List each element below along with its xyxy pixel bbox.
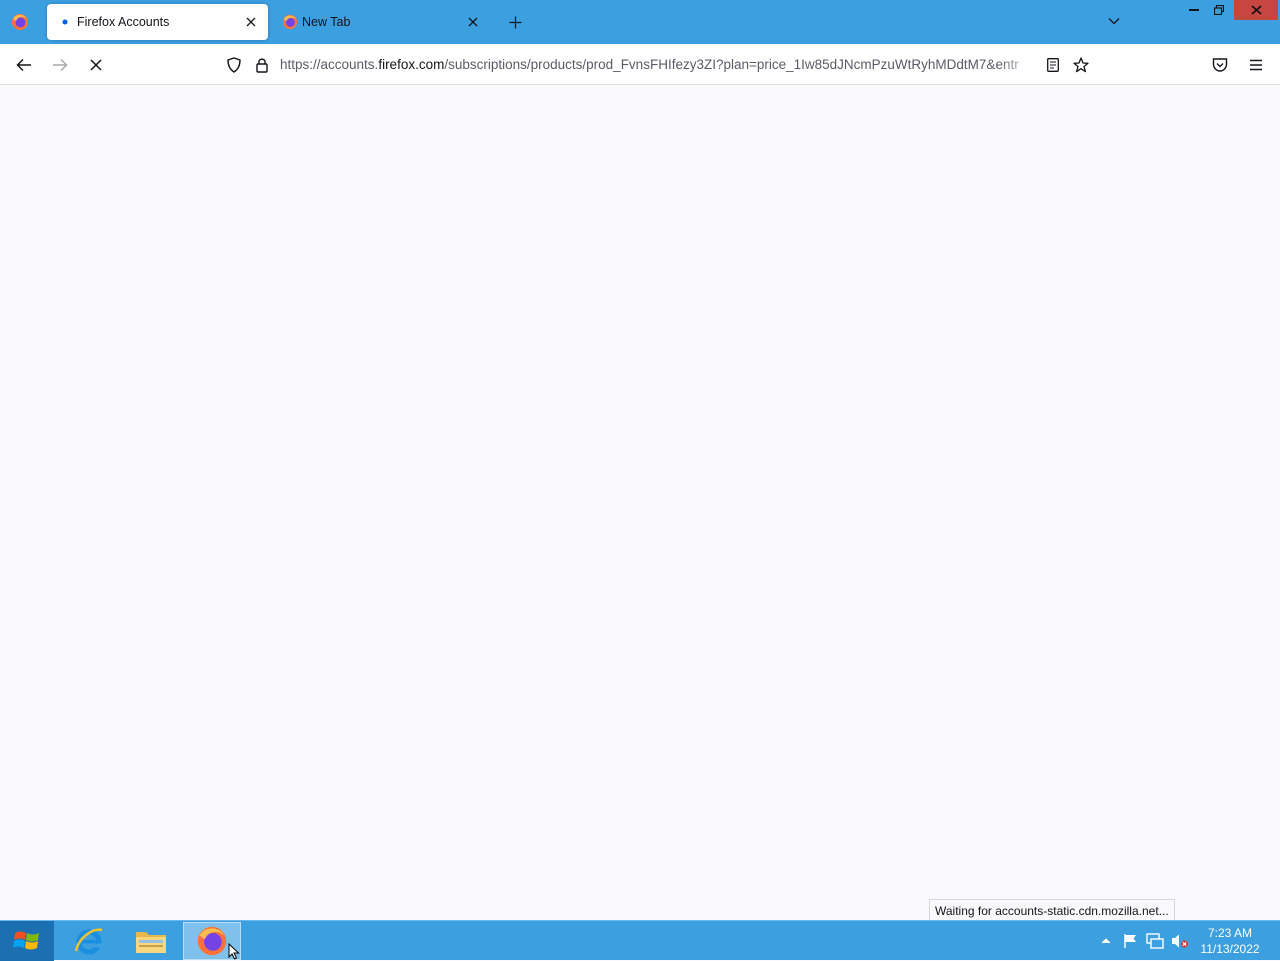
tab-label: New Tab (302, 15, 351, 29)
action-center-flag-icon[interactable] (1120, 931, 1140, 951)
url-bar[interactable]: https://accounts.firefox.com/subscriptio… (218, 49, 1096, 80)
url-text[interactable]: https://accounts.firefox.com/subscriptio… (280, 57, 1036, 75)
restore-button[interactable] (1208, 0, 1230, 20)
close-tab-icon[interactable] (242, 13, 260, 31)
status-text: Waiting for accounts-static.cdn.mozilla.… (929, 899, 1175, 921)
taskbar: 7:23 AM 11/13/2022 (0, 920, 1280, 961)
system-clock[interactable]: 7:23 AM 11/13/2022 (1196, 925, 1264, 957)
tracking-protection-shield-icon[interactable] (225, 56, 243, 74)
title-bar: Firefox Accounts New Tab (0, 0, 1280, 44)
clock-time: 7:23 AM (1207, 926, 1253, 940)
firefox-icon[interactable] (8, 10, 32, 34)
file-explorer-icon[interactable] (122, 922, 180, 960)
url-path: /subscriptions/products/prod_FvnsFHIfezy… (444, 57, 1019, 72)
firefox-icon (282, 14, 298, 30)
page-content (0, 85, 1280, 920)
windows-logo-icon (13, 931, 39, 950)
tab-label: Firefox Accounts (77, 15, 170, 29)
clock-date: 11/13/2022 (1200, 942, 1260, 956)
new-tab-button[interactable] (503, 10, 527, 34)
hamburger-menu-icon[interactable] (1242, 52, 1270, 78)
tab-firefox-accounts[interactable]: Firefox Accounts (47, 4, 268, 40)
list-all-tabs-chevron-icon[interactable] (1103, 10, 1125, 32)
back-button[interactable] (10, 52, 38, 78)
internet-explorer-icon[interactable] (60, 922, 118, 960)
mouse-cursor-icon (228, 943, 240, 960)
close-tab-icon[interactable] (464, 13, 482, 31)
close-window-button[interactable] (1234, 0, 1278, 20)
loading-dot-icon (57, 14, 73, 30)
volume-muted-icon[interactable] (1170, 931, 1190, 951)
pocket-icon[interactable] (1206, 52, 1234, 78)
reader-view-icon[interactable] (1044, 56, 1062, 74)
show-hidden-icons-chevron-icon[interactable] (1096, 931, 1116, 951)
network-icon[interactable] (1145, 931, 1165, 951)
url-prefix: https://accounts. (280, 57, 379, 72)
forward-button[interactable] (46, 52, 74, 78)
lock-icon[interactable] (253, 56, 271, 74)
stop-loading-button[interactable] (82, 52, 110, 78)
bookmark-star-icon[interactable] (1072, 56, 1090, 74)
url-fade (998, 54, 1038, 76)
tab-new-tab[interactable]: New Tab (272, 4, 490, 40)
minimize-button[interactable] (1183, 0, 1205, 20)
url-host: firefox.com (378, 57, 445, 72)
start-button[interactable] (0, 921, 54, 961)
navigation-toolbar: https://accounts.firefox.com/subscriptio… (0, 44, 1280, 85)
